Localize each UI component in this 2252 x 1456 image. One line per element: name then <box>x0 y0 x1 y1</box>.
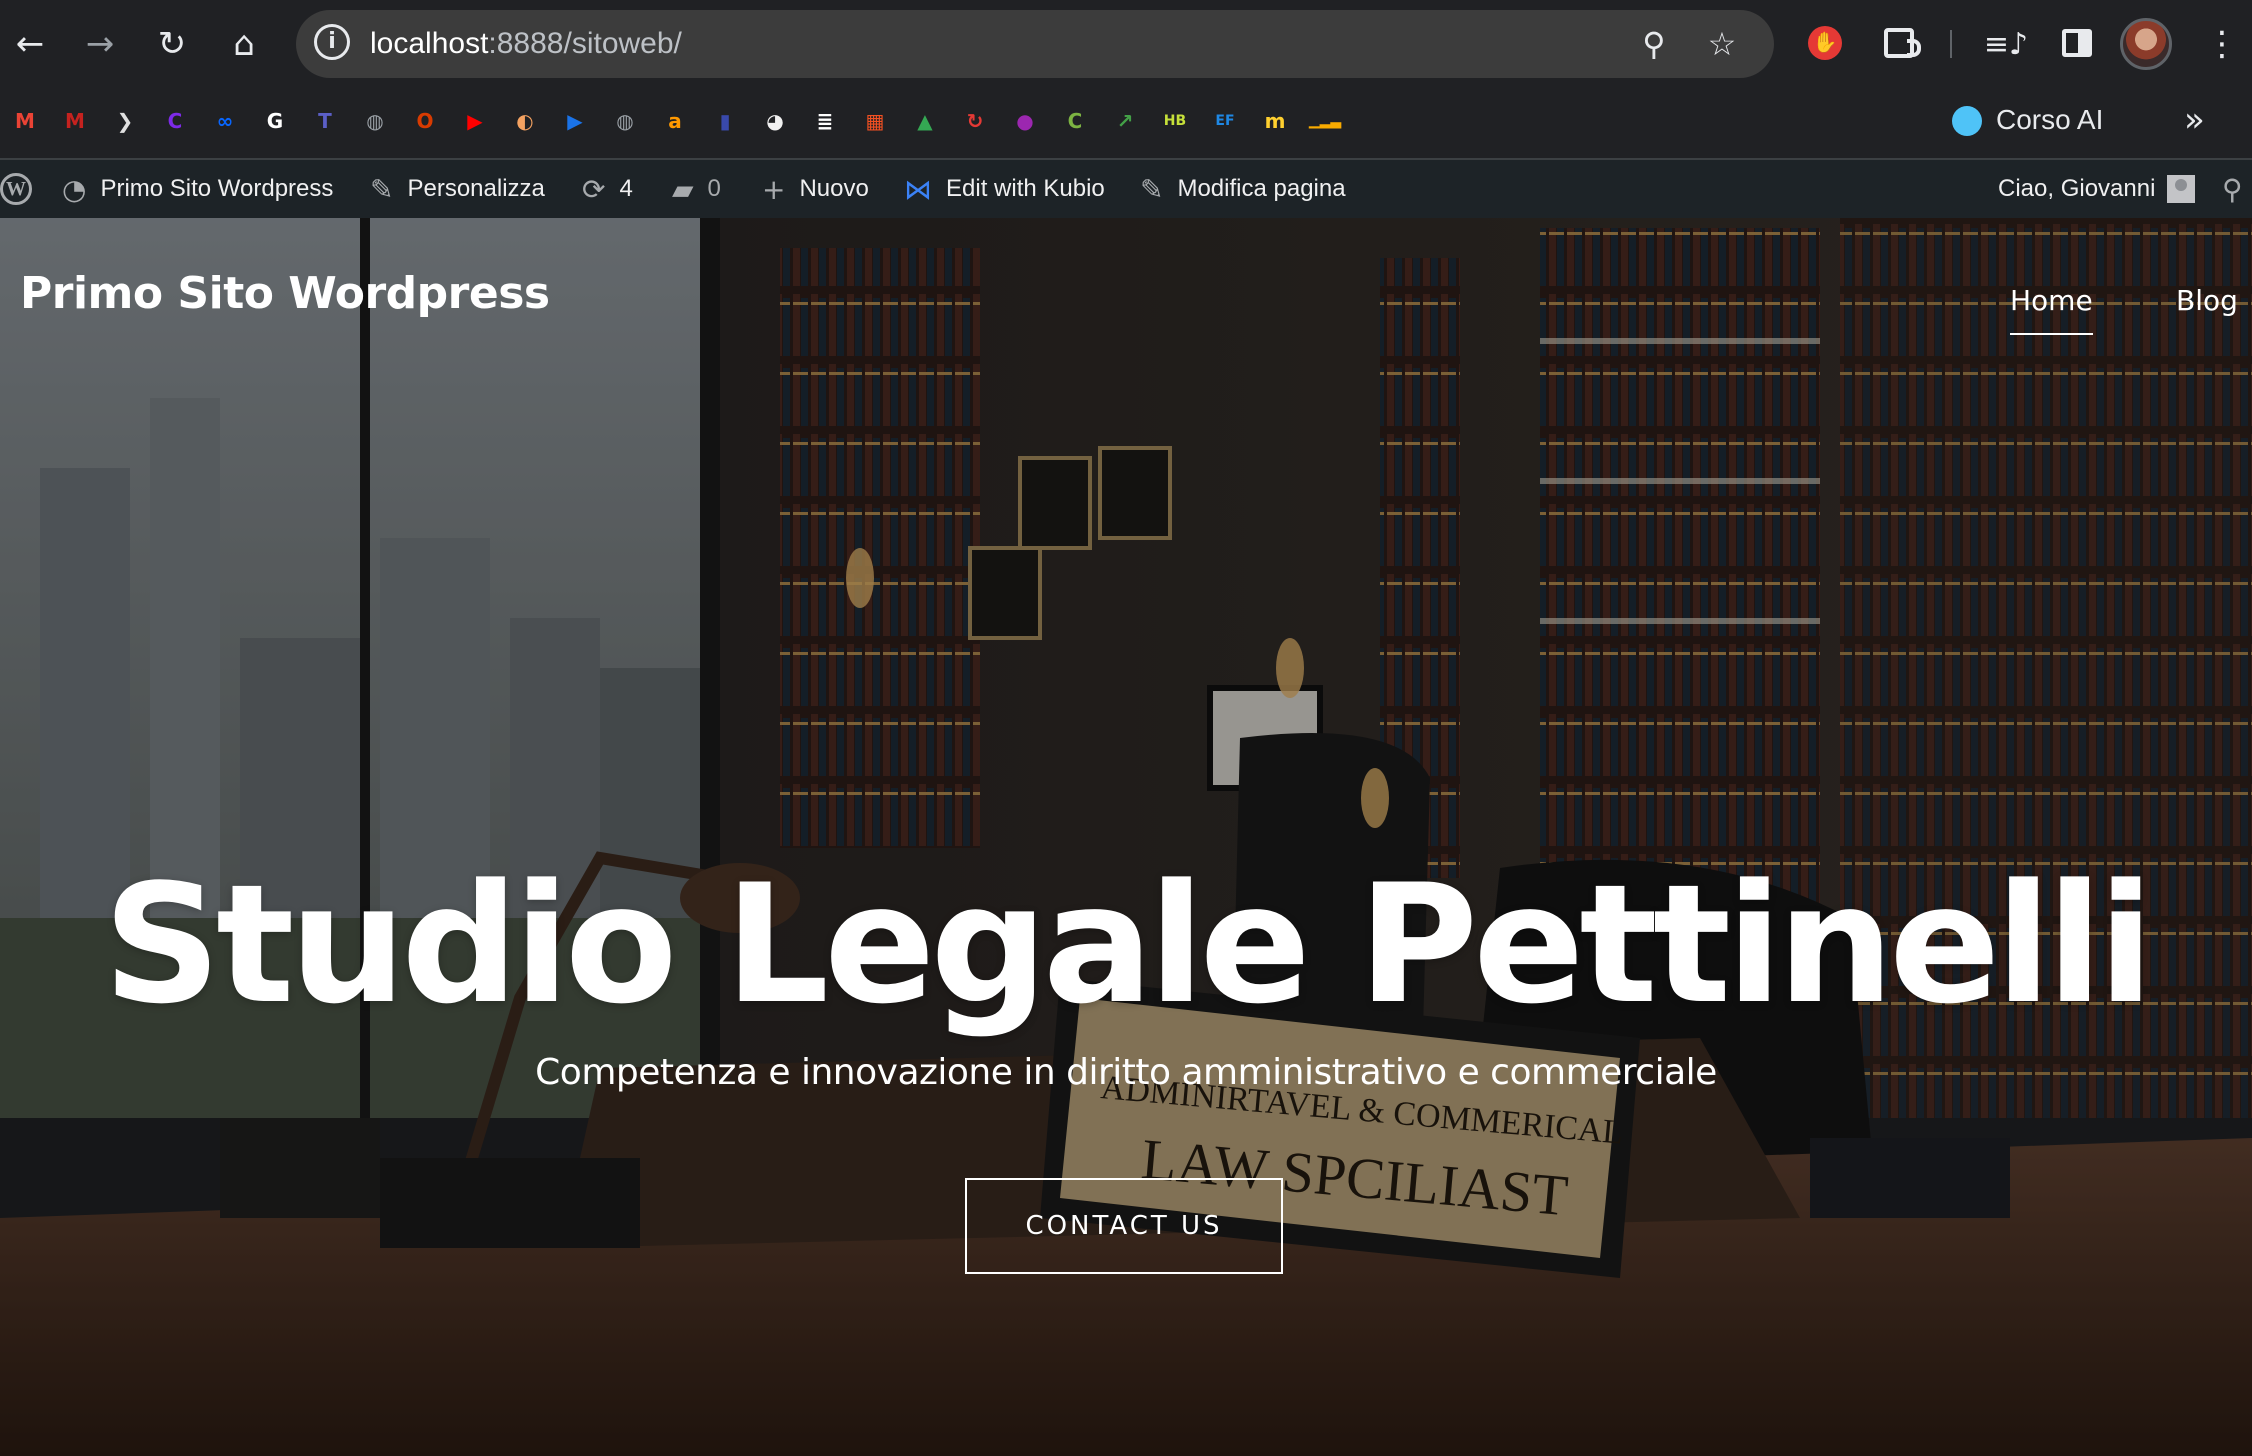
kubio-icon: ⋈ <box>904 172 932 206</box>
reload-icon[interactable]: ↻ <box>142 14 202 74</box>
bookmark-canva-icon[interactable]: C <box>156 102 194 140</box>
bookmark-teams-icon[interactable]: T <box>306 102 344 140</box>
bookmark-bookmark-23-icon[interactable]: ↗ <box>1106 102 1144 140</box>
media-control-icon[interactable]: ≡♪ <box>1976 14 2036 74</box>
bookmark-miro-icon[interactable]: m <box>1256 102 1294 140</box>
site-name-label: Primo Sito Wordpress <box>100 175 334 202</box>
wp-admin-bar: W ◔ Primo Sito Wordpress ✎ Personalizza … <box>0 160 2252 218</box>
bookmarks-bar: M M ❯ C ∞ G T ◍ O ▶ ◐ ▶ ◍ a ▮ ◕ ≣ ▦ ▲ ↻ ● C ↗ HB EF m ▁▂▃ Corso AI » <box>0 88 2252 160</box>
bookmark-bookmark-22-icon[interactable]: C <box>1056 102 1094 140</box>
comments-button[interactable]: ▰ 0 <box>672 160 721 218</box>
new-content-button[interactable]: + Nuovo <box>762 160 869 218</box>
bookmark-star-icon[interactable]: ☆ <box>1700 22 1744 66</box>
site-title[interactable]: Primo Sito Wordpress <box>20 268 550 319</box>
customize-label: Personalizza <box>407 175 545 202</box>
hero-heading: Studio Legale Pettinelli <box>102 849 2154 1040</box>
contact-us-button[interactable]: CONTACT US <box>965 1178 1283 1274</box>
toolbar-divider <box>1950 30 1952 58</box>
wordpress-icon: W <box>0 173 32 205</box>
forward-arrow-icon[interactable]: → <box>70 14 130 74</box>
dashboard-icon: ◔ <box>62 172 87 206</box>
wp-logo-button[interactable]: W <box>0 160 32 218</box>
bookmark-meta-icon[interactable]: ∞ <box>206 102 244 140</box>
pencil-icon: ✎ <box>1140 172 1164 206</box>
bookmark-analytics-icon[interactable]: ▁▂▃ <box>1306 102 1344 140</box>
url-path: :8888/sitoweb/ <box>488 27 682 60</box>
zoom-icon[interactable]: ⚲ <box>1632 22 1676 66</box>
url-text[interactable]: localhost:8888/sitoweb/ <box>370 27 682 61</box>
extensions-puzzle-icon[interactable] <box>1872 16 1926 70</box>
kubio-button[interactable]: ⋈ Edit with Kubio <box>904 160 1105 218</box>
plus-icon: + <box>762 172 786 206</box>
menu-kebab-icon[interactable]: ⋮ <box>2192 14 2252 74</box>
bookmark-play-icon[interactable]: ▶ <box>556 102 594 140</box>
bookmark-bookmark-20-icon[interactable]: ↻ <box>956 102 994 140</box>
bookmark-bookmark-3-icon[interactable]: ❯ <box>106 102 144 140</box>
bookmark-bookmark-17-icon[interactable]: ≣ <box>806 102 844 140</box>
new-label: Nuovo <box>799 175 869 202</box>
bookmark-bookmark-11-icon[interactable]: ◐ <box>506 102 544 140</box>
nav-home[interactable]: Home <box>2010 284 2093 335</box>
bookmark-globe-1-icon[interactable]: ◍ <box>356 102 394 140</box>
browser-toolbar: ← → ↻ ⌂ i localhost:8888/sitoweb/ ⚲ ☆ ✋ … <box>0 0 2252 88</box>
bookmark-bookmark-16-icon[interactable]: ◕ <box>756 102 794 140</box>
profile-avatar[interactable] <box>2120 18 2172 70</box>
customize-button[interactable]: ✎ Personalizza <box>370 160 545 218</box>
site-name-button[interactable]: ◔ Primo Sito Wordpress <box>62 160 333 218</box>
user-avatar <box>2167 175 2196 203</box>
comment-icon: ▰ <box>672 172 694 206</box>
bookmarks-overflow-icon[interactable]: » <box>2184 100 2205 140</box>
hero-section: ADMINIRTAVEL & COMMERICAL LAW SPCILIAST … <box>0 218 2252 1456</box>
bookmark-bookmark-21-icon[interactable]: ● <box>1006 102 1044 140</box>
kubio-label: Edit with Kubio <box>946 175 1105 202</box>
updates-count: 4 <box>619 175 633 202</box>
bookmark-amazon-icon[interactable]: a <box>656 102 694 140</box>
url-host: localhost <box>370 27 489 60</box>
updates-button[interactable]: ⟳ 4 <box>582 160 633 218</box>
bookmark-gmail-2-icon[interactable]: M <box>56 102 94 140</box>
edit-page-label: Modifica pagina <box>1177 175 1346 202</box>
site-info-icon[interactable]: i <box>314 24 350 60</box>
side-panel-icon[interactable] <box>2050 16 2104 70</box>
greeting-label: Ciao, Giovanni <box>1998 175 2156 202</box>
account-button[interactable]: Ciao, Giovanni <box>1998 160 2196 218</box>
brush-icon: ✎ <box>370 172 394 206</box>
admin-search-button[interactable]: ⚲ <box>2222 160 2243 218</box>
bookmark-corso-ai-icon[interactable] <box>1952 106 1982 136</box>
bookmark-google-icon[interactable]: G <box>256 102 294 140</box>
bookmark-corso-ai-label[interactable]: Corso AI <box>1996 104 2103 136</box>
bookmark-bookmark-15-icon[interactable]: ▮ <box>706 102 744 140</box>
bookmark-gmail-1-icon[interactable]: M <box>6 102 44 140</box>
updates-icon: ⟳ <box>582 172 606 206</box>
bookmark-youtube-icon[interactable]: ▶ <box>456 102 494 140</box>
bookmark-globe-2-icon[interactable]: ◍ <box>606 102 644 140</box>
comments-count: 0 <box>707 175 721 202</box>
search-icon: ⚲ <box>2222 172 2243 206</box>
nav-blog[interactable]: Blog <box>2176 284 2238 317</box>
address-bar[interactable]: i localhost:8888/sitoweb/ ⚲ ☆ <box>296 10 1774 78</box>
bookmark-drive-icon[interactable]: ▲ <box>906 102 944 140</box>
bookmark-ef-icon[interactable]: EF <box>1206 102 1244 140</box>
bookmark-microsoft-icon[interactable]: ▦ <box>856 102 894 140</box>
bookmark-hb-icon[interactable]: HB <box>1156 102 1194 140</box>
edit-page-button[interactable]: ✎ Modifica pagina <box>1140 160 1346 218</box>
bookmark-office-icon[interactable]: O <box>406 102 444 140</box>
back-arrow-icon[interactable]: ← <box>0 14 60 74</box>
home-icon[interactable]: ⌂ <box>214 14 274 74</box>
hero-subtitle: Competenza e innovazione in diritto ammi… <box>535 1052 1717 1093</box>
extension-stop-icon[interactable]: ✋ <box>1798 16 1852 70</box>
